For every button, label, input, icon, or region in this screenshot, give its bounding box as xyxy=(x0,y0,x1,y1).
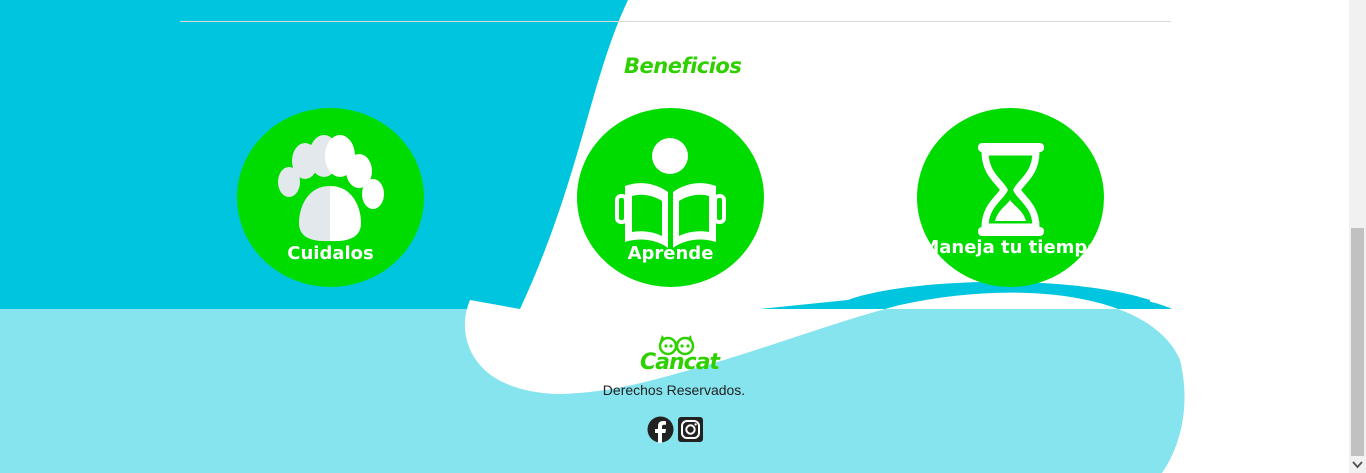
hourglass-icon xyxy=(978,143,1044,236)
vertical-scrollbar[interactable] xyxy=(1349,0,1366,473)
scrollbar-thumb[interactable] xyxy=(1351,228,1364,456)
benefit-card-cuidalos[interactable]: Cuidalos xyxy=(237,108,424,287)
top-divider xyxy=(180,21,1171,22)
section-title: Beneficios xyxy=(624,54,742,78)
benefit-card-aprende[interactable]: Aprende xyxy=(577,108,764,287)
page: Beneficios Cuidalos Aprende Maneja tu ti… xyxy=(0,0,1366,473)
chevron-down-icon[interactable] xyxy=(1349,456,1366,473)
benefit-card-maneja-tu-tiempo[interactable]: Maneja tu tiempo xyxy=(917,108,1104,287)
benefit-label: Maneja tu tiempo xyxy=(921,237,1100,258)
copyright-text: Derechos Reservados. xyxy=(602,382,746,398)
benefit-label: Aprende xyxy=(627,243,714,264)
logo-wordmark: Cancat xyxy=(640,350,720,375)
footer-logo[interactable]: Cancat xyxy=(640,334,720,384)
facebook-icon[interactable] xyxy=(647,416,674,443)
instagram-icon[interactable] xyxy=(677,416,704,443)
benefit-label: Cuidalos xyxy=(287,243,374,264)
